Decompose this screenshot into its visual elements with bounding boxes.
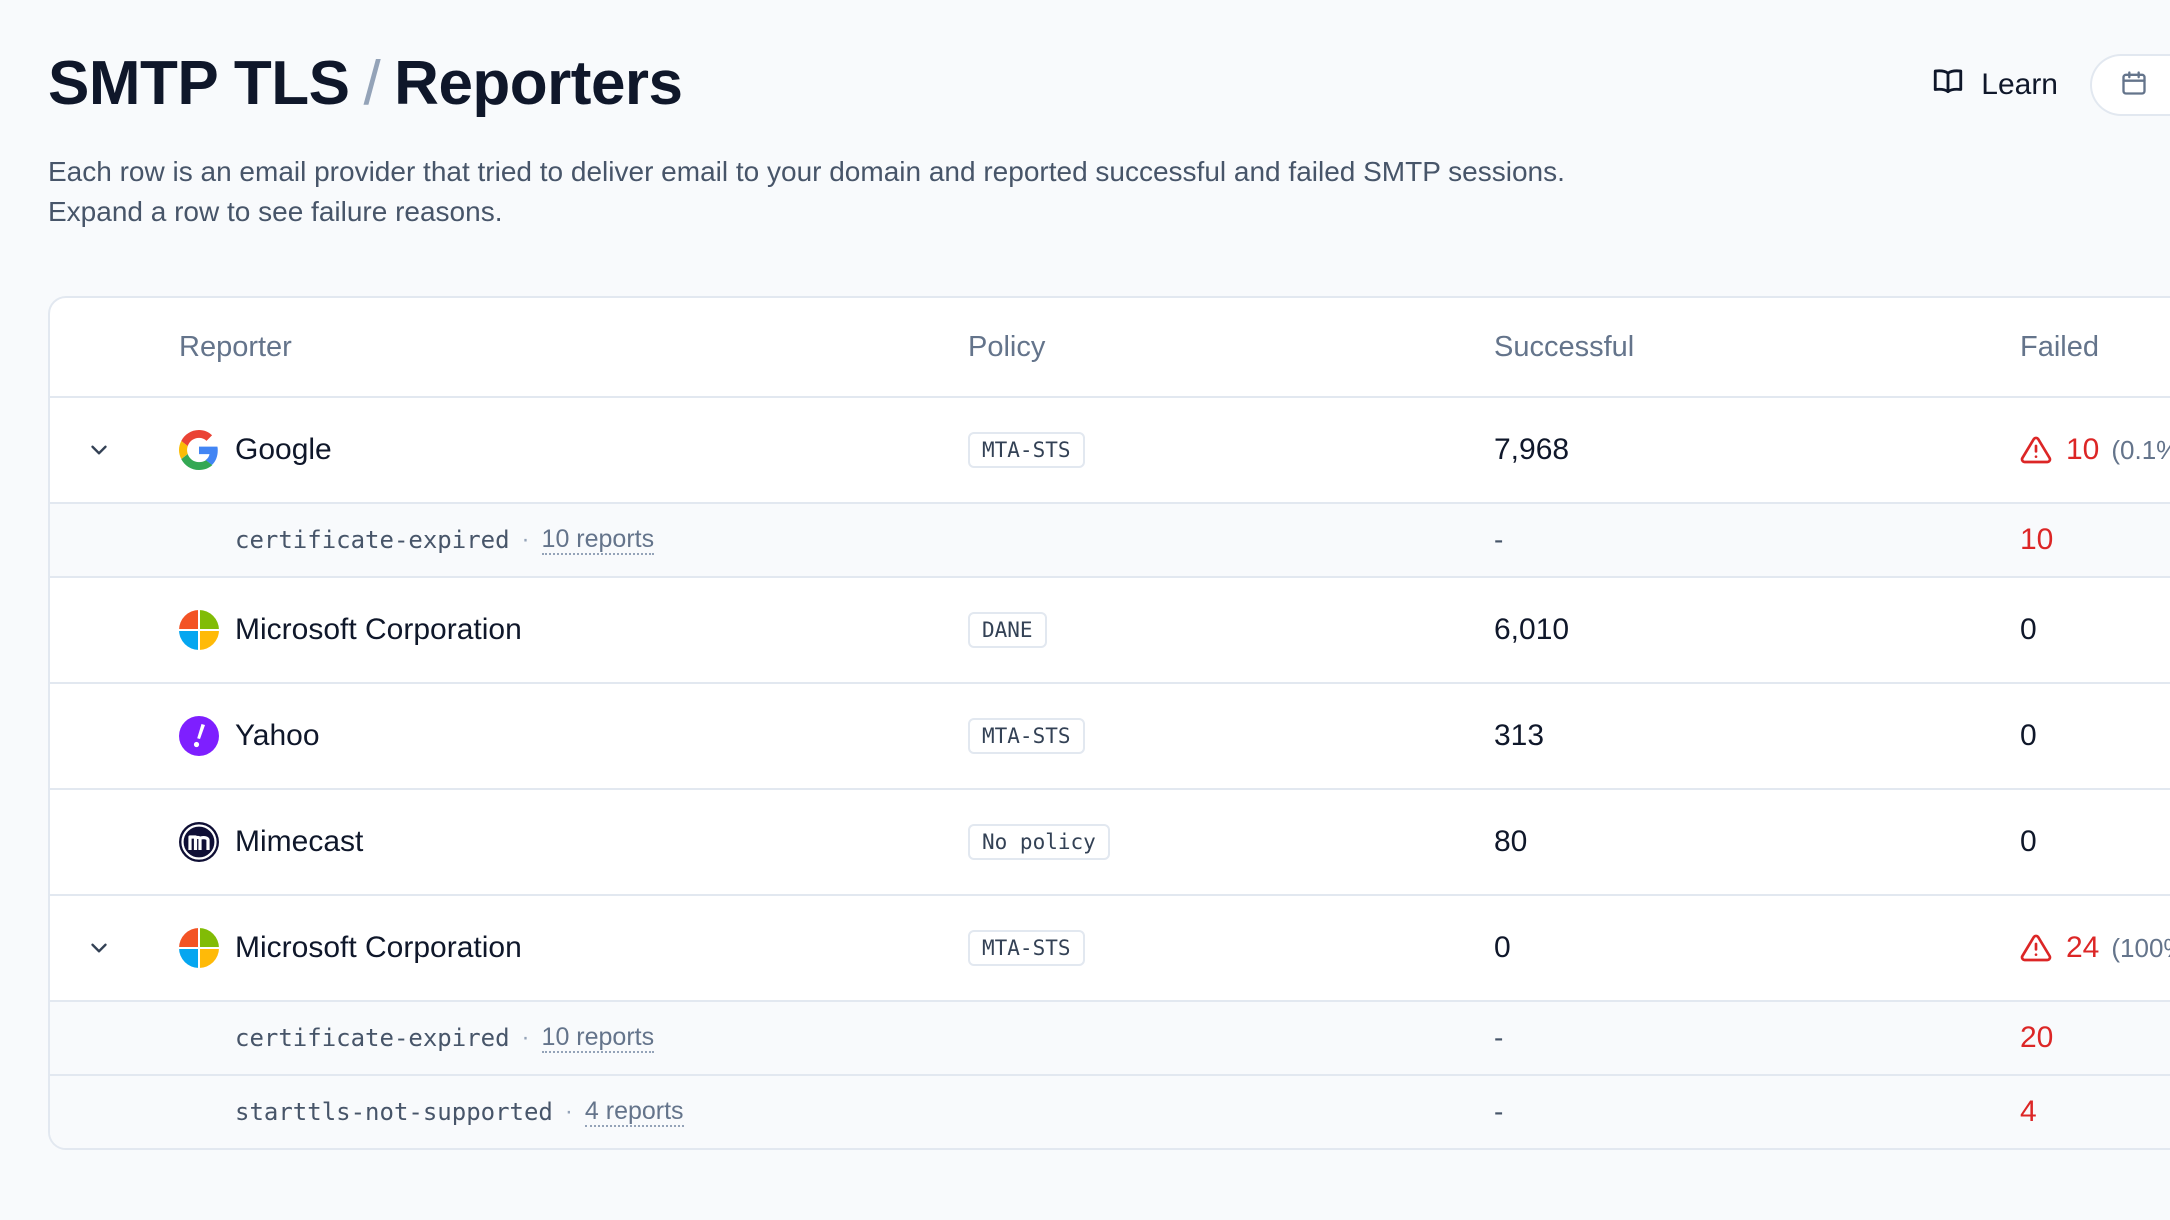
failed-count: 24 [2066, 931, 2100, 964]
expand-chevron-button[interactable] [86, 896, 112, 1000]
separator-dot: · [564, 1098, 573, 1125]
failed-cell: 24 (100%) [2020, 896, 2170, 1000]
page-header: SMTP TLS / Reporters [48, 44, 683, 124]
failed-percentage: (0.1%) [2111, 434, 2170, 465]
successful-count: 313 [1494, 719, 1545, 752]
learn-label: Learn [1981, 68, 2058, 101]
failed-count: 0 [2020, 613, 2037, 646]
failure-reason-row: starttls-not-supported · 4 reports - 4 [50, 1076, 2170, 1148]
warning-icon [2020, 932, 2052, 964]
policy-badge: MTA-STS [968, 718, 1085, 754]
policy-cell: MTA-STS [968, 398, 1085, 502]
chevron-down-icon [86, 935, 112, 961]
policy-badge: MTA-STS [968, 930, 1085, 966]
microsoft-logo [179, 578, 219, 682]
policy-badge: MTA-STS [968, 432, 1085, 468]
yahoo-logo [179, 684, 219, 788]
successful-count: 6,010 [1494, 613, 1570, 646]
failure-reason-code: starttls-not-supported [235, 1098, 553, 1126]
failure-reason-row: certificate-expired · 10 reports - 20 [50, 1002, 2170, 1076]
table-row[interactable]: Yahoo MTA-STS 313 0 [50, 684, 2170, 790]
successful-count: 80 [1494, 825, 1528, 858]
reports-link[interactable]: 10 reports [541, 1023, 655, 1053]
failure-reason: certificate-expired · 10 reports [235, 504, 655, 576]
failed-count: 0 [2020, 719, 2037, 752]
page-description: Each row is an email provider that tried… [48, 156, 1565, 227]
successful-count: - [1494, 524, 1504, 555]
failure-reason-code: certificate-expired [235, 526, 510, 554]
separator-dot: · [521, 1024, 530, 1051]
expand-chevron-button[interactable] [86, 398, 112, 502]
failed-percentage: (100%) [2111, 932, 2170, 963]
column-header-reporter[interactable]: Reporter [179, 298, 292, 396]
separator-dot: · [521, 526, 530, 553]
reporter-name: Microsoft Corporation [235, 613, 522, 646]
failure-reason-code: certificate-expired [235, 1024, 510, 1052]
date-range-button[interactable] [2090, 54, 2170, 116]
failure-reason-row: certificate-expired · 10 reports - 10 [50, 504, 2170, 578]
policy-badge: No policy [968, 824, 1110, 860]
policy-cell: MTA-STS [968, 684, 1085, 788]
table-row[interactable]: Mimecast No policy 80 0 [50, 790, 2170, 896]
chevron-down-icon [86, 437, 112, 463]
reports-link[interactable]: 10 reports [541, 525, 655, 555]
successful-count: 7,968 [1494, 433, 1570, 466]
title-sub: Reporters [394, 49, 683, 118]
title-main: SMTP TLS [48, 49, 350, 118]
calendar-icon [2120, 69, 2148, 102]
table-row[interactable]: Google MTA-STS 7,968 10 (0.1%) [50, 398, 2170, 504]
column-header-failed[interactable]: Failed [2020, 298, 2099, 396]
book-icon [1931, 64, 1965, 106]
failed-count: 10 [2066, 433, 2100, 466]
table-header-row: Reporter Policy Successful Failed [50, 298, 2170, 398]
column-header-successful[interactable]: Successful [1494, 298, 1634, 396]
mimecast-logo [179, 790, 219, 894]
policy-cell: MTA-STS [968, 896, 1085, 1000]
page-title: SMTP TLS / Reporters [48, 44, 683, 124]
header-actions: Learn [1931, 54, 2170, 116]
reporter-name: Microsoft Corporation [235, 931, 522, 964]
column-header-policy[interactable]: Policy [968, 298, 1045, 396]
successful-count: - [1494, 1022, 1504, 1053]
failed-count: 20 [2020, 1021, 2054, 1054]
policy-badge: DANE [968, 612, 1047, 648]
reporter-name: Mimecast [235, 825, 364, 858]
policy-cell: DANE [968, 578, 1047, 682]
reporter-name: Yahoo [235, 719, 320, 752]
title-separator: / [363, 49, 381, 118]
microsoft-logo [179, 896, 219, 1000]
failed-count: 0 [2020, 825, 2037, 858]
google-logo [179, 398, 219, 502]
failure-reason: certificate-expired · 10 reports [235, 1002, 655, 1074]
failed-count: 10 [2020, 523, 2054, 556]
reporter-name: Google [235, 433, 332, 466]
table-row[interactable]: Microsoft Corporation DANE 6,010 0 [50, 578, 2170, 684]
failed-count: 4 [2020, 1095, 2037, 1128]
warning-icon [2020, 434, 2052, 466]
failed-cell: 10 (0.1%) [2020, 398, 2170, 502]
reports-link[interactable]: 4 reports [584, 1097, 684, 1127]
policy-cell: No policy [968, 790, 1110, 894]
successful-count: 0 [1494, 931, 1511, 964]
failure-reason: starttls-not-supported · 4 reports [235, 1076, 684, 1148]
reporters-table: Reporter Policy Successful Failed Google… [48, 296, 2170, 1150]
learn-button[interactable]: Learn [1931, 64, 2058, 106]
successful-count: - [1494, 1096, 1504, 1127]
table-row[interactable]: Microsoft Corporation MTA-STS 0 24 (100%… [50, 896, 2170, 1002]
